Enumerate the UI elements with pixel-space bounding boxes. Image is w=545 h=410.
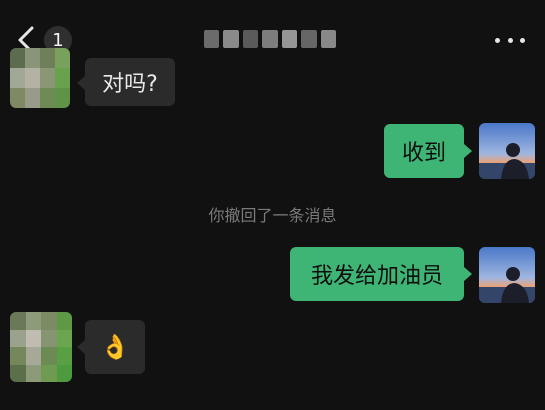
- message-bubble-incoming[interactable]: 对吗?: [85, 58, 175, 106]
- contact-avatar[interactable]: [10, 48, 70, 108]
- chat-header: 1: [0, 0, 545, 72]
- bubble-tail: [77, 76, 85, 90]
- message-bubble-incoming[interactable]: 👌: [85, 320, 145, 374]
- bubble-tail: [77, 340, 85, 354]
- message-bubble-outgoing[interactable]: 收到: [384, 124, 464, 178]
- bubble-tail: [464, 267, 472, 281]
- recall-notice: 你撤回了一条消息: [208, 206, 337, 225]
- contact-avatar[interactable]: [10, 312, 72, 382]
- bubble-tail: [464, 144, 472, 158]
- chat-title-blurred: [204, 28, 336, 50]
- user-avatar[interactable]: [479, 123, 535, 179]
- more-dots-icon: [495, 37, 500, 43]
- more-options-button[interactable]: [495, 30, 525, 50]
- user-avatar[interactable]: [479, 247, 535, 303]
- message-bubble-outgoing[interactable]: 我发给加油员: [290, 247, 464, 301]
- ok-hand-emoji: 👌: [100, 333, 130, 361]
